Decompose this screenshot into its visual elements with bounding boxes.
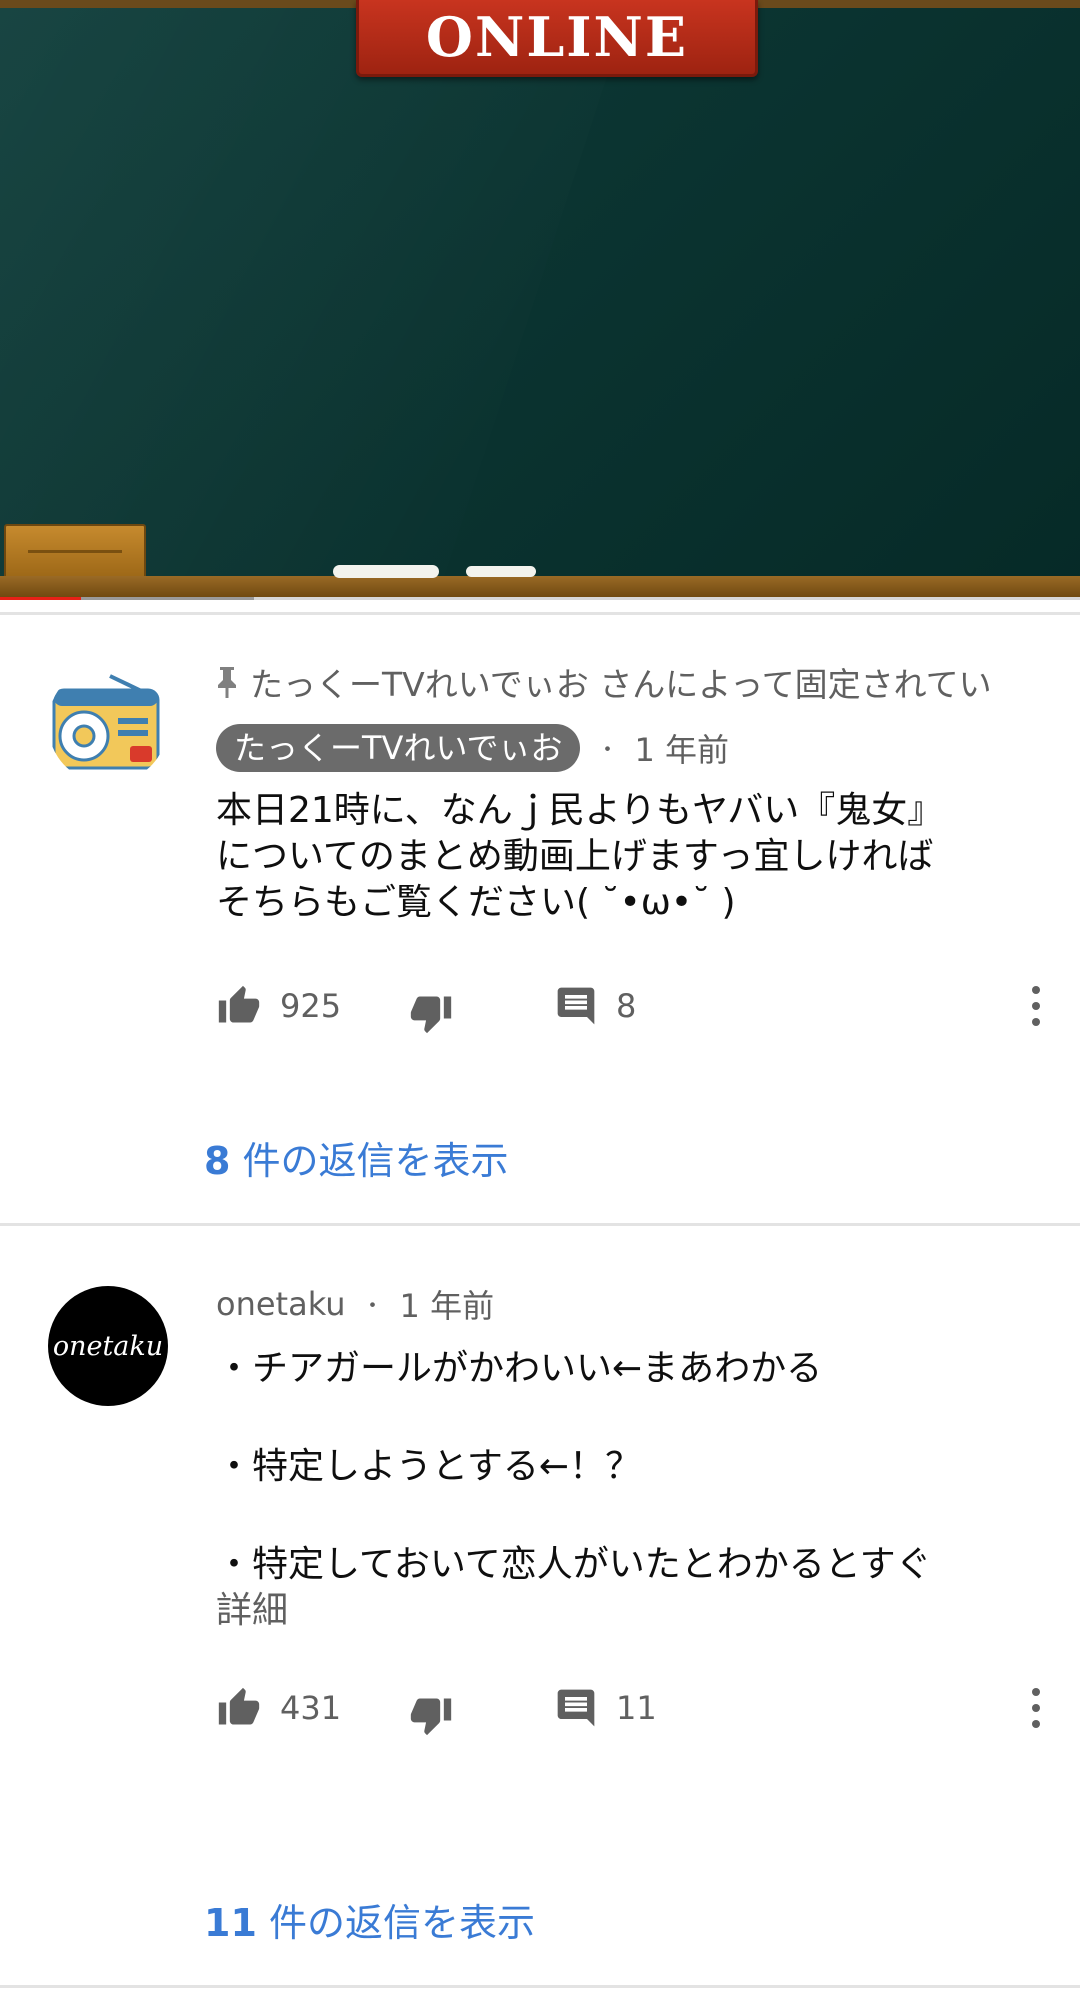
comment-actions: 925 8: [216, 978, 1046, 1034]
video-progress-bar[interactable]: [0, 597, 1080, 600]
reply-count: 8: [616, 987, 637, 1025]
dislike-button[interactable]: [408, 1680, 454, 1736]
reply-button[interactable]: 11: [554, 1680, 657, 1736]
comment-line: についてのまとめ動画上げますっ宜しければ: [216, 836, 934, 877]
comment-paragraph: ・チアガールがかわいい←まあわかる: [216, 1348, 823, 1389]
comment-icon: [557, 987, 595, 1025]
more-options-icon[interactable]: [1026, 1684, 1046, 1732]
replies-link-count: 11: [204, 1901, 257, 1945]
read-more-link[interactable]: 詳細: [216, 1588, 1036, 1634]
comment-body: 本日21時に、なんｊ民よりもヤバい『鬼女』 についてのまとめ動画上げますっ宜しけ…: [216, 788, 1036, 926]
replies-link-count: 8: [204, 1139, 231, 1183]
comment-paragraph: ・特定しておいて恋人がいたとわかるとすぐ: [216, 1544, 932, 1585]
comment-time: 1 年前: [399, 1287, 495, 1325]
more-options-icon[interactable]: [1026, 982, 1046, 1030]
comment-line: 本日21時に、なんｊ民よりもヤバい『鬼女』: [216, 790, 944, 831]
thumbs-down-icon: [410, 996, 452, 1034]
comment-line: そちらもご覧ください( ˘•ω•˘ ): [216, 882, 736, 923]
reply-button[interactable]: 8: [554, 978, 636, 1034]
pin-icon: [218, 667, 236, 698]
eraser-illustration: [4, 524, 146, 582]
like-count: 925: [280, 987, 342, 1025]
radio-icon: [52, 674, 160, 770]
comment-body: ・チアガールがかわいい←まあわかる ・特定しようとする←！？ ・特定しておいて恋…: [216, 1346, 1036, 1634]
pinned-text: たっくーTVれいでぃお さんによって固定されてい: [250, 665, 992, 704]
meta-separator: ・: [361, 1294, 384, 1319]
replies-link-text: 件の返信を表示: [230, 1139, 509, 1183]
avatar[interactable]: onetaku: [48, 1286, 168, 1406]
comment-thread: onetaku onetaku ・ 1 年前 ・チアガールがかわいい←まあわかる…: [0, 1282, 1080, 1982]
divider: [0, 1223, 1080, 1226]
comment-thread: たっくーTVれいでぃお さんによって固定されてい たっくーTVれいでぃお ・ 1…: [0, 660, 1080, 1220]
comment-meta: たっくーTVれいでぃお ・ 1 年前: [216, 724, 729, 772]
divider: [0, 612, 1080, 615]
meta-separator: ・: [596, 738, 619, 763]
video-player[interactable]: ONLINE: [0, 0, 1080, 600]
view-replies-link[interactable]: 11 件の返信を表示: [204, 1892, 535, 1947]
progress-played: [0, 597, 81, 600]
avatar[interactable]: [48, 664, 168, 784]
divider: [0, 1985, 1080, 1988]
thumbs-down-icon: [410, 1698, 452, 1736]
online-sign: ONLINE: [356, 0, 758, 77]
comment-actions: 431 11: [216, 1680, 1046, 1736]
author-badge[interactable]: たっくーTVれいでぃお: [216, 724, 581, 772]
like-button[interactable]: 431: [216, 1680, 341, 1736]
chalk-tray: [0, 576, 1080, 598]
replies-link-text: 件の返信を表示: [256, 1901, 535, 1945]
chalkboard-sheen: [0, 0, 622, 600]
chalk-illustration: [466, 566, 536, 577]
like-button[interactable]: 925: [216, 978, 341, 1034]
view-replies-link[interactable]: 8 件の返信を表示: [204, 1130, 509, 1185]
comment-paragraph: ・特定しようとする←！？: [216, 1446, 642, 1487]
chalk-illustration: [333, 565, 439, 578]
comment-meta: onetaku ・ 1 年前: [216, 1282, 494, 1326]
dislike-button[interactable]: [408, 978, 454, 1034]
comment-author[interactable]: onetaku: [216, 1285, 346, 1323]
thumbs-up-icon: [218, 985, 260, 1023]
thumbs-up-icon: [218, 1687, 260, 1725]
pinned-indicator: たっくーTVれいでぃお さんによって固定されてい: [216, 660, 992, 704]
comment-time: 1 年前: [634, 731, 730, 769]
like-count: 431: [280, 1689, 342, 1727]
comment-icon: [557, 1689, 595, 1727]
reply-count: 11: [616, 1689, 657, 1727]
